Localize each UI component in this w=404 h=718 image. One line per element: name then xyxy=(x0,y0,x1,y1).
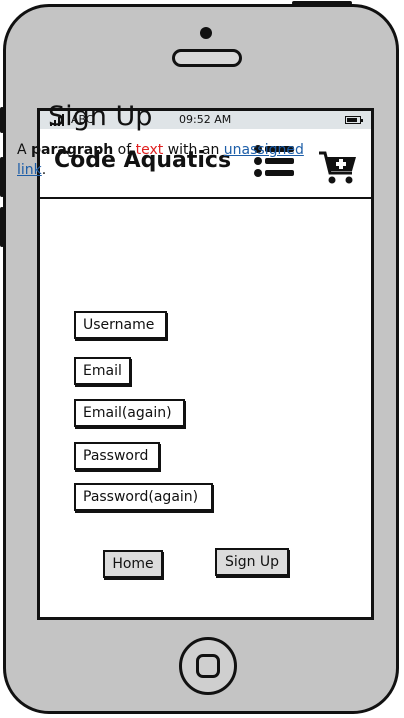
phone-side-button-volume-up xyxy=(0,157,4,197)
paragraph-text: A xyxy=(17,142,32,158)
home-square-icon xyxy=(196,654,220,678)
earpiece-speaker xyxy=(172,49,242,67)
home-button[interactable]: Home xyxy=(103,550,163,578)
password-input[interactable] xyxy=(74,442,160,470)
phone-side-button-volume-down xyxy=(0,207,4,247)
signup-button[interactable]: Sign Up xyxy=(215,548,289,576)
status-time: 09:52 AM xyxy=(179,113,232,126)
phone-power-button xyxy=(292,1,352,5)
email-input[interactable] xyxy=(74,357,131,385)
paragraph-text: of xyxy=(113,142,136,158)
phone-home-button[interactable] xyxy=(179,637,237,695)
paragraph-text: . xyxy=(41,162,47,178)
paragraph-red-text: text xyxy=(135,142,164,158)
intro-paragraph: A paragraph of text with an unassigned l… xyxy=(17,140,317,180)
phone-side-button-top xyxy=(0,107,4,133)
front-camera xyxy=(200,27,212,39)
username-input[interactable] xyxy=(74,311,167,339)
page-title: Sign Up xyxy=(48,101,153,132)
cart-add-icon[interactable] xyxy=(318,149,358,185)
paragraph-bold-text: paragraph xyxy=(31,142,114,158)
password-again-input[interactable] xyxy=(74,483,213,511)
email-again-input[interactable] xyxy=(74,399,185,427)
paragraph-text: with an xyxy=(163,142,224,158)
battery-icon xyxy=(345,116,363,124)
